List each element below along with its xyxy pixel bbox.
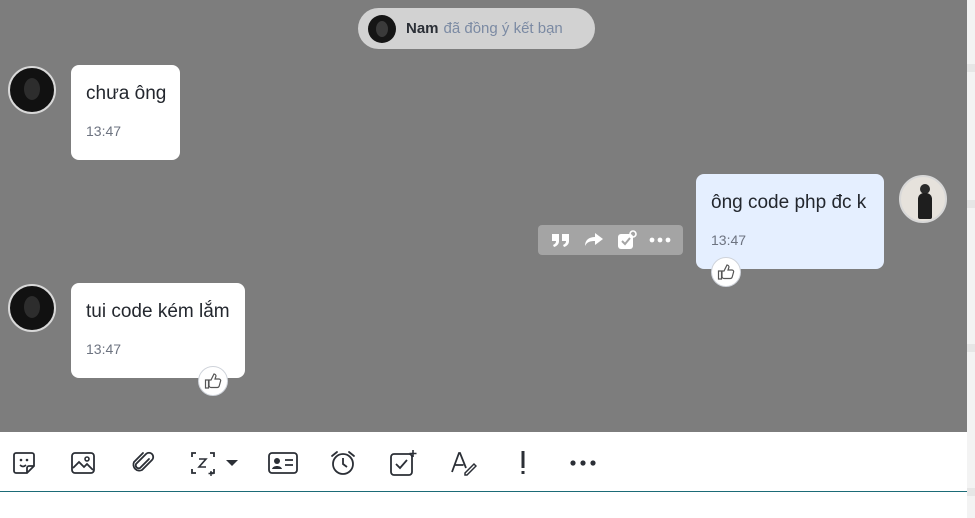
message-bubble[interactable]: chưa ông 13:47 [71, 65, 180, 160]
message-bubble-mine[interactable]: ông code php đc k 13:47 [696, 174, 884, 269]
like-reaction-icon[interactable] [711, 257, 741, 287]
message-actions-bar [538, 225, 683, 255]
message-text: ông code php đc k [711, 192, 867, 213]
message-time: 13:47 [86, 341, 122, 357]
scrollbar[interactable] [967, 0, 975, 518]
contact-card-icon[interactable] [266, 447, 300, 479]
dropdown-arrow-icon[interactable] [218, 447, 246, 479]
like-reaction-icon[interactable] [198, 366, 228, 396]
add-todo-icon[interactable] [614, 227, 640, 253]
message-text: tui code kém lắm [86, 301, 230, 322]
format-text-icon[interactable] [447, 447, 479, 479]
message-bubble[interactable]: tui code kém lắm 13:47 [71, 283, 245, 378]
message-time: 13:47 [711, 232, 747, 248]
sender-avatar[interactable] [8, 284, 56, 332]
sticker-icon[interactable] [8, 447, 40, 479]
todo-icon[interactable] [387, 447, 419, 479]
friend-accepted-notice: Nam đã đồng ý kết bạn [358, 8, 595, 49]
more-icon[interactable] [567, 447, 599, 479]
notice-text: đã đồng ý kết bạn [443, 20, 563, 37]
reminder-icon[interactable] [327, 447, 359, 479]
message-input[interactable] [0, 492, 967, 518]
composer-toolbar [0, 432, 967, 492]
attachment-icon[interactable] [127, 447, 159, 479]
message-text: chưa ông [86, 83, 167, 104]
chat-area: Nam đã đồng ý kết bạn chưa ông 13:47 ông… [0, 0, 967, 432]
important-icon[interactable] [507, 447, 539, 479]
quote-icon[interactable] [548, 227, 574, 253]
my-avatar[interactable] [899, 175, 947, 223]
image-icon[interactable] [67, 447, 99, 479]
notice-avatar[interactable] [368, 14, 396, 43]
more-icon[interactable] [647, 227, 673, 253]
sender-avatar[interactable] [8, 66, 56, 114]
message-time: 13:47 [86, 123, 122, 139]
screenshot-icon[interactable] [187, 447, 219, 479]
forward-icon[interactable] [581, 227, 607, 253]
notice-name: Nam [406, 20, 439, 37]
